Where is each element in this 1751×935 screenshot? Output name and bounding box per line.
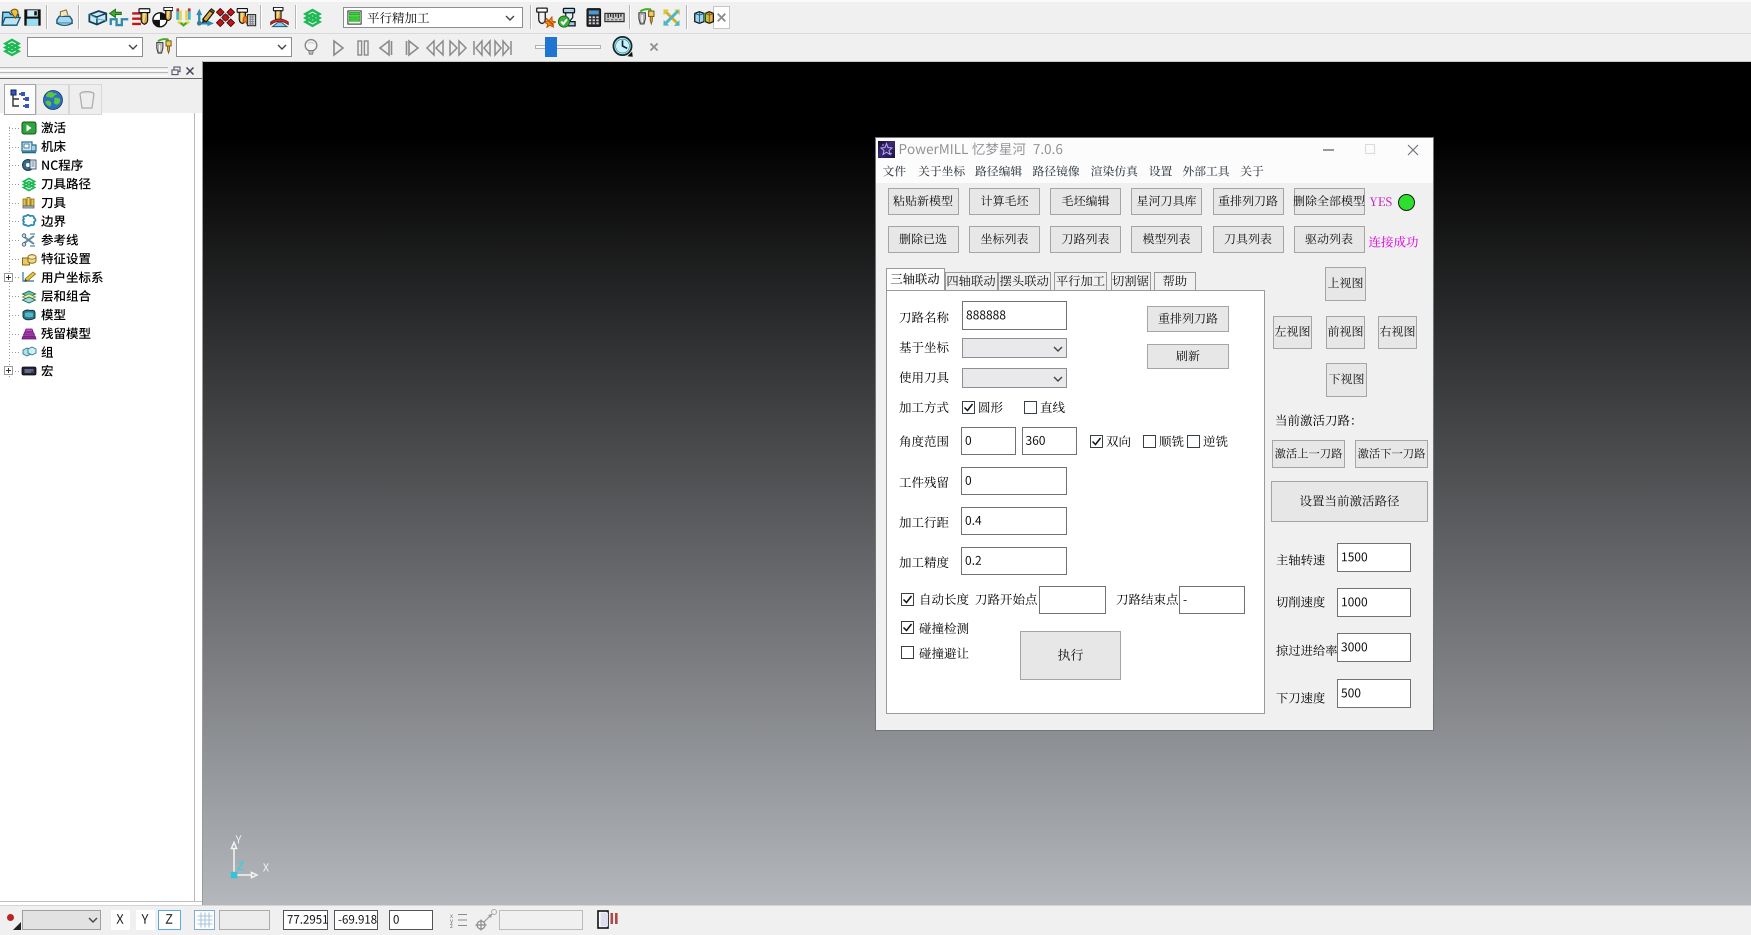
svg-text:z: z [450,924,453,929]
